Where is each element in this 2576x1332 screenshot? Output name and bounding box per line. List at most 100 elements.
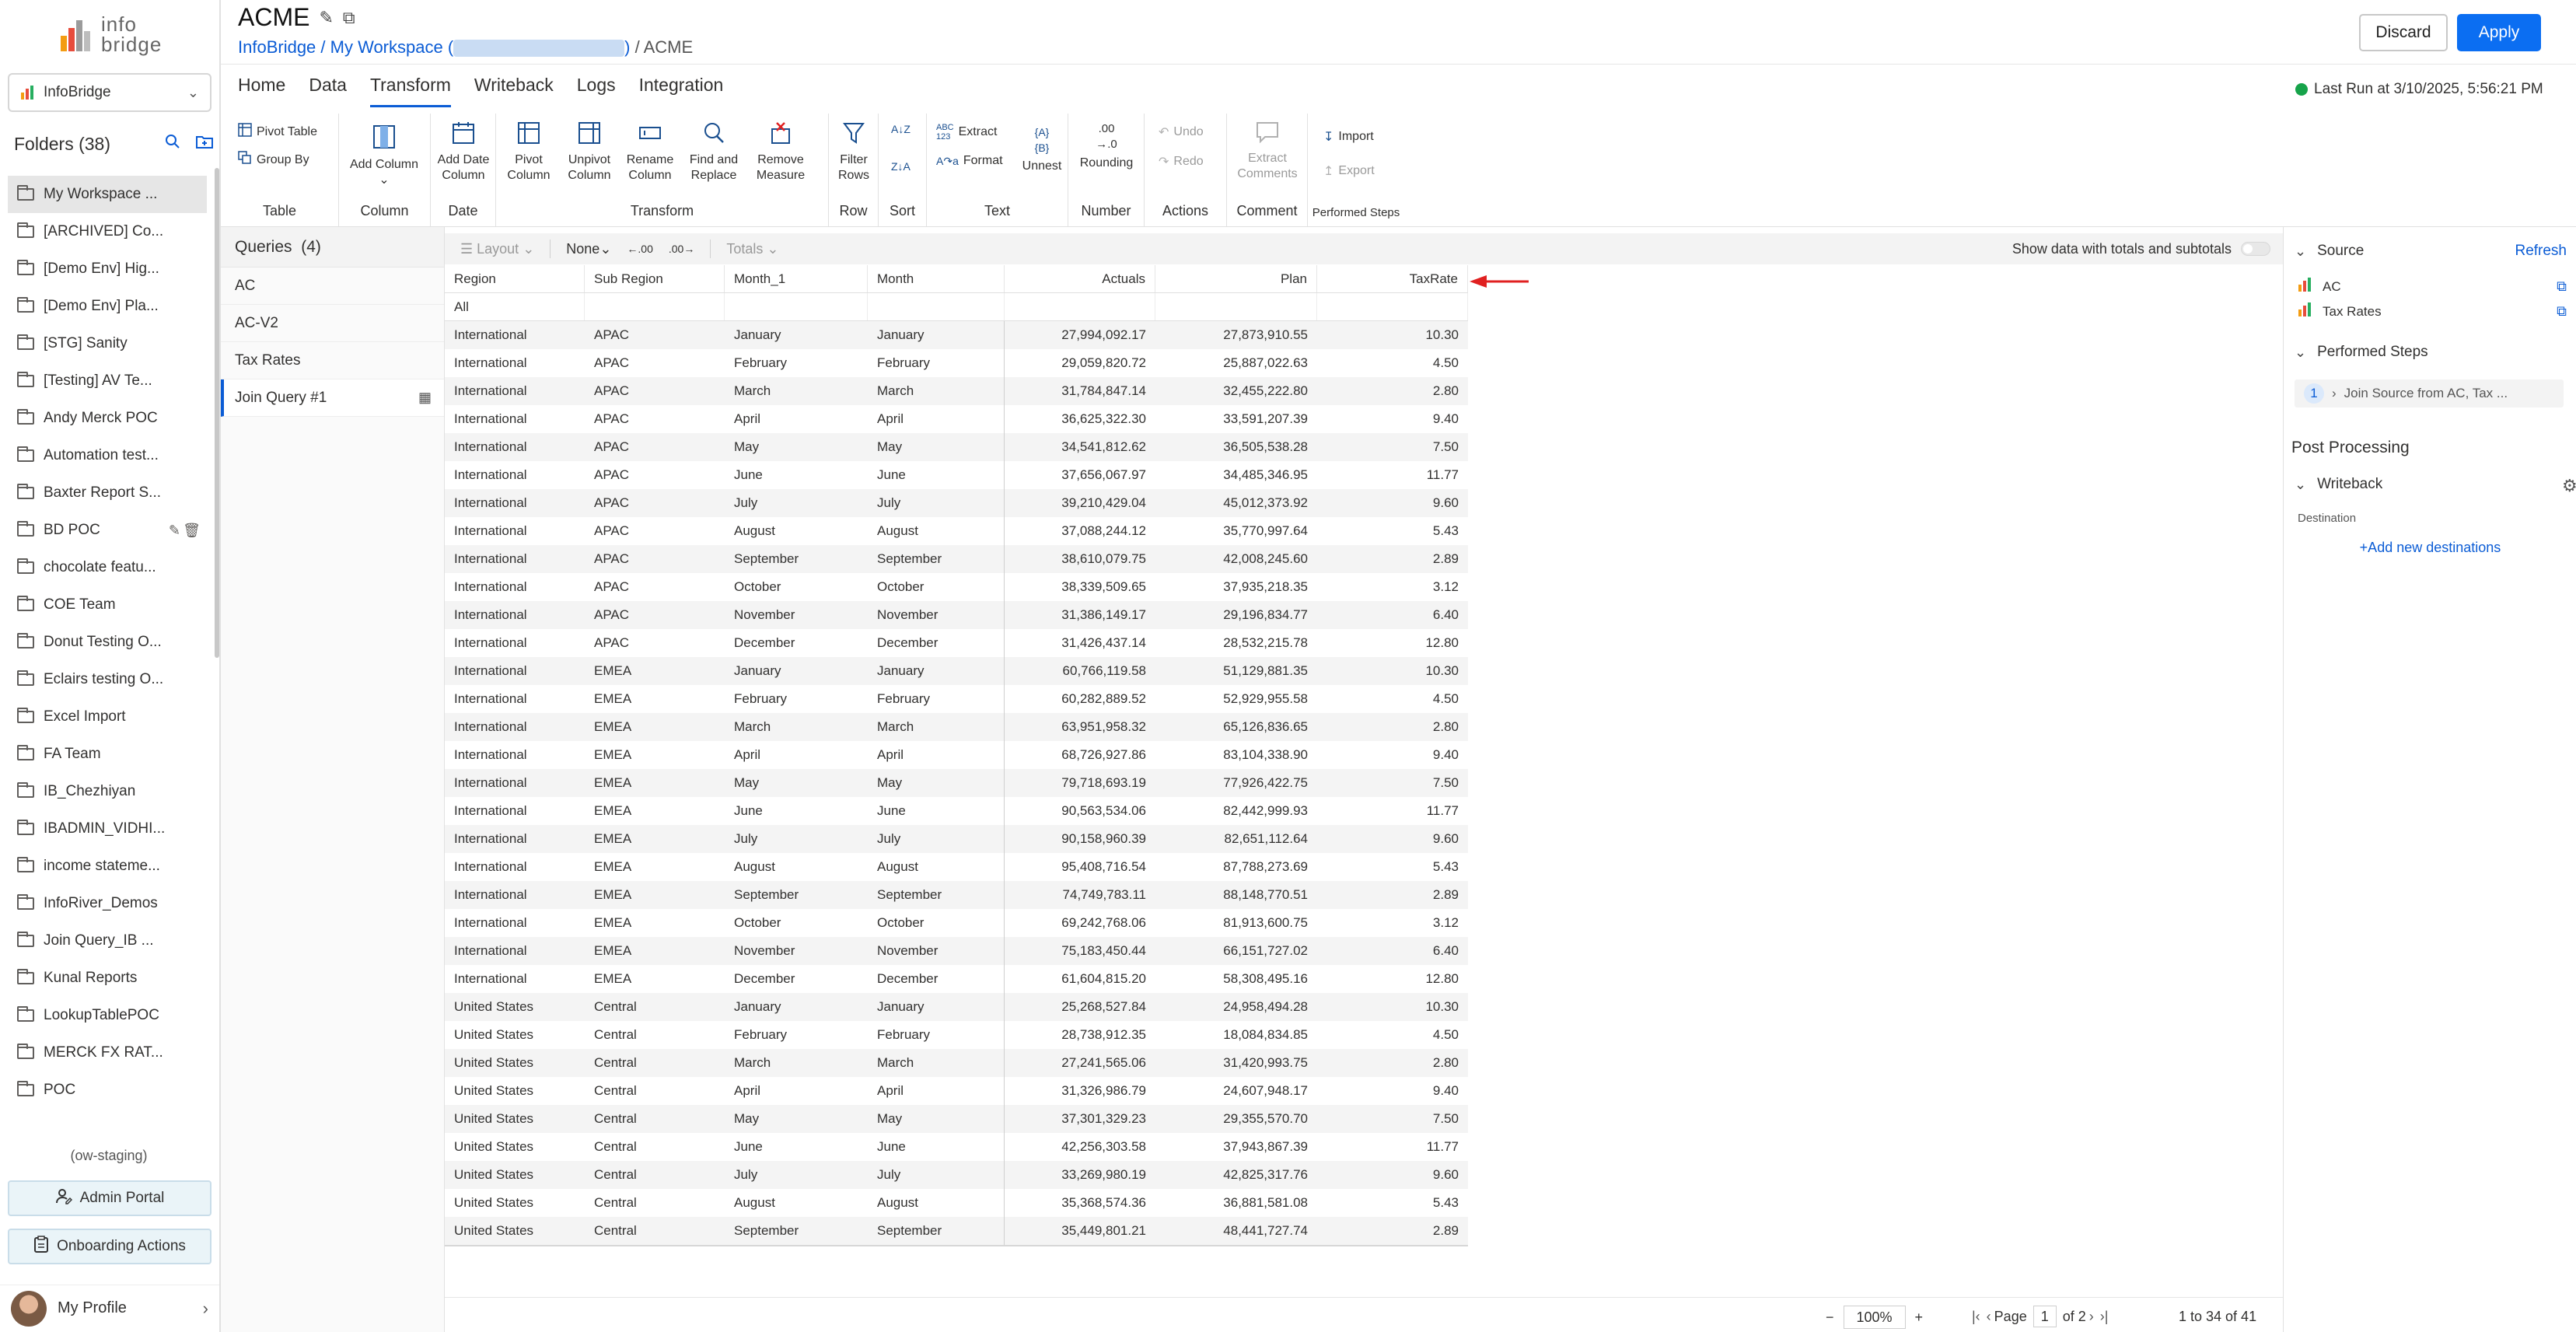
cell-region[interactable]: International [445,971,585,987]
group-by-button[interactable]: Group By [238,151,309,169]
find-replace-button[interactable]: Find and Replace [681,121,746,184]
cell-month[interactable]: November [868,601,1005,629]
cell-sub-region[interactable]: Central [585,1027,725,1043]
folder-item[interactable]: FA Team [8,736,207,773]
cell-sub-region[interactable]: Central [585,1139,725,1155]
cell-sub-region[interactable]: APAC [585,607,725,623]
cell-actuals[interactable]: 34,541,812.62 [1005,439,1155,455]
cell-actuals[interactable]: 60,766,119.58 [1005,663,1155,679]
redo-button[interactable]: ↷ Redo [1159,154,1204,170]
table-row[interactable]: United States Central June June 42,256,303.5… [445,1133,1468,1161]
cell-region[interactable]: United States [445,1027,585,1043]
show-totals-toggle[interactable] [2241,242,2270,256]
cell-actuals[interactable]: 35,449,801.21 [1005,1223,1155,1239]
cell-sub-region[interactable]: APAC [585,495,725,511]
gear-icon[interactable]: ⚙ [2562,476,2576,496]
cell-taxrate[interactable]: 9.40 [1317,411,1468,427]
apply-button[interactable]: Apply [2457,14,2541,51]
tab-data[interactable]: Data [309,75,347,106]
cell-month[interactable]: January [868,993,1005,1021]
folder-item[interactable]: Eclairs testing O... [8,661,207,698]
cell-month[interactable]: May [868,769,1005,797]
cell-sub-region[interactable]: EMEA [585,859,725,875]
cell-taxrate[interactable]: 4.50 [1317,1027,1468,1043]
layout-dropdown[interactable]: ☰ Layout ⌄ [460,241,534,257]
cell-actuals[interactable]: 75,183,450.44 [1005,943,1155,959]
cell-month-1[interactable]: February [725,1027,868,1043]
onboarding-actions-button[interactable]: Onboarding Actions [8,1229,211,1264]
cell-month[interactable]: April [868,405,1005,433]
cell-taxrate[interactable]: 2.89 [1317,551,1468,567]
table-row[interactable]: International EMEA December December 61,604,… [445,965,1468,993]
table-row[interactable]: United States Central July July 33,269,980.1… [445,1161,1468,1189]
cell-region[interactable]: International [445,915,585,931]
folder-item[interactable]: Donut Testing O... [8,624,207,661]
cell-taxrate[interactable]: 10.30 [1317,999,1468,1015]
folder-item[interactable]: Kunal Reports [8,960,207,997]
totals-dropdown[interactable]: Totals ⌄ [726,241,778,257]
cell-plan[interactable]: 88,148,770.51 [1155,887,1317,903]
cell-sub-region[interactable]: EMEA [585,915,725,931]
cell-month-1[interactable]: April [725,1083,868,1099]
cell-month-1[interactable]: June [725,467,868,483]
table-row[interactable]: United States Central March March 27,241,565… [445,1049,1468,1077]
new-folder-icon[interactable] [196,134,213,154]
all-label[interactable]: All [445,293,585,320]
remove-measure-button[interactable]: Remove Measure [748,121,813,184]
breadcrumb-workspace[interactable]: My Workspace ( [330,37,454,57]
folder-item[interactable]: COE Team [8,586,207,624]
export-button[interactable]: ↥ Export [1323,163,1375,179]
cell-month-1[interactable]: August [725,859,868,875]
cell-region[interactable]: International [445,859,585,875]
add-destination-link[interactable]: +Add new destinations [2284,540,2576,556]
cell-month-1[interactable]: June [725,1139,868,1155]
folder-item[interactable]: IBADMIN_VIDHI... [8,810,207,848]
cell-month-1[interactable]: March [725,1055,868,1071]
cell-plan[interactable]: 27,873,910.55 [1155,327,1317,343]
cell-sub-region[interactable]: EMEA [585,943,725,959]
cell-plan[interactable]: 66,151,727.02 [1155,943,1317,959]
cell-region[interactable]: International [445,943,585,959]
folder-item[interactable]: BD POC ✎ 🗑 [8,512,207,549]
cell-region[interactable]: International [445,775,585,791]
cell-plan[interactable]: 65,126,836.65 [1155,719,1317,735]
cell-taxrate[interactable]: 9.60 [1317,495,1468,511]
none-dropdown[interactable]: None ⌄ [566,241,611,257]
cell-sub-region[interactable]: EMEA [585,887,725,903]
cell-taxrate[interactable]: 4.50 [1317,691,1468,707]
cell-taxrate[interactable]: 3.12 [1317,579,1468,595]
sort-ascending-button[interactable]: A↓Z [891,123,915,135]
cell-month[interactable]: January [868,321,1005,349]
cell-actuals[interactable]: 79,718,693.19 [1005,775,1155,791]
cell-actuals[interactable]: 74,749,783.11 [1005,887,1155,903]
edit-pencil-icon[interactable]: ✎ [319,8,333,28]
column-header-actuals[interactable]: Actuals [1005,265,1155,292]
cell-month[interactable]: March [868,377,1005,405]
cell-region[interactable]: United States [445,999,585,1015]
cell-sub-region[interactable]: APAC [585,579,725,595]
cell-actuals[interactable]: 39,210,429.04 [1005,495,1155,511]
cell-region[interactable]: International [445,803,585,819]
cell-actuals[interactable]: 37,301,329.23 [1005,1111,1155,1127]
column-header-sub-region[interactable]: Sub Region [585,265,725,292]
cell-actuals[interactable]: 33,269,980.19 [1005,1167,1155,1183]
cell-sub-region[interactable]: APAC [585,411,725,427]
cell-region[interactable]: International [445,635,585,651]
cell-sub-region[interactable]: APAC [585,355,725,371]
folder-item[interactable]: IB_Chezhiyan [8,773,207,810]
folder-item[interactable]: Excel Import [8,698,207,736]
cell-month-1[interactable]: December [725,971,868,987]
cell-month-1[interactable]: January [725,327,868,343]
cell-region[interactable]: International [445,495,585,511]
tab-transform[interactable]: Transform [369,75,451,107]
cell-month[interactable]: April [868,1077,1005,1105]
cell-sub-region[interactable]: EMEA [585,831,725,847]
folder-item[interactable]: LookupTablePOC [8,997,207,1034]
cell-sub-region[interactable]: APAC [585,523,725,539]
folder-item[interactable]: Join Query_IB ... [8,922,207,960]
cell-taxrate[interactable]: 12.80 [1317,971,1468,987]
table-row[interactable]: United States Central April April 31,326,986… [445,1077,1468,1105]
discard-button[interactable]: Discard [2359,14,2448,51]
cell-month[interactable]: October [868,909,1005,937]
first-page-icon[interactable]: |‹ [1972,1309,1980,1325]
